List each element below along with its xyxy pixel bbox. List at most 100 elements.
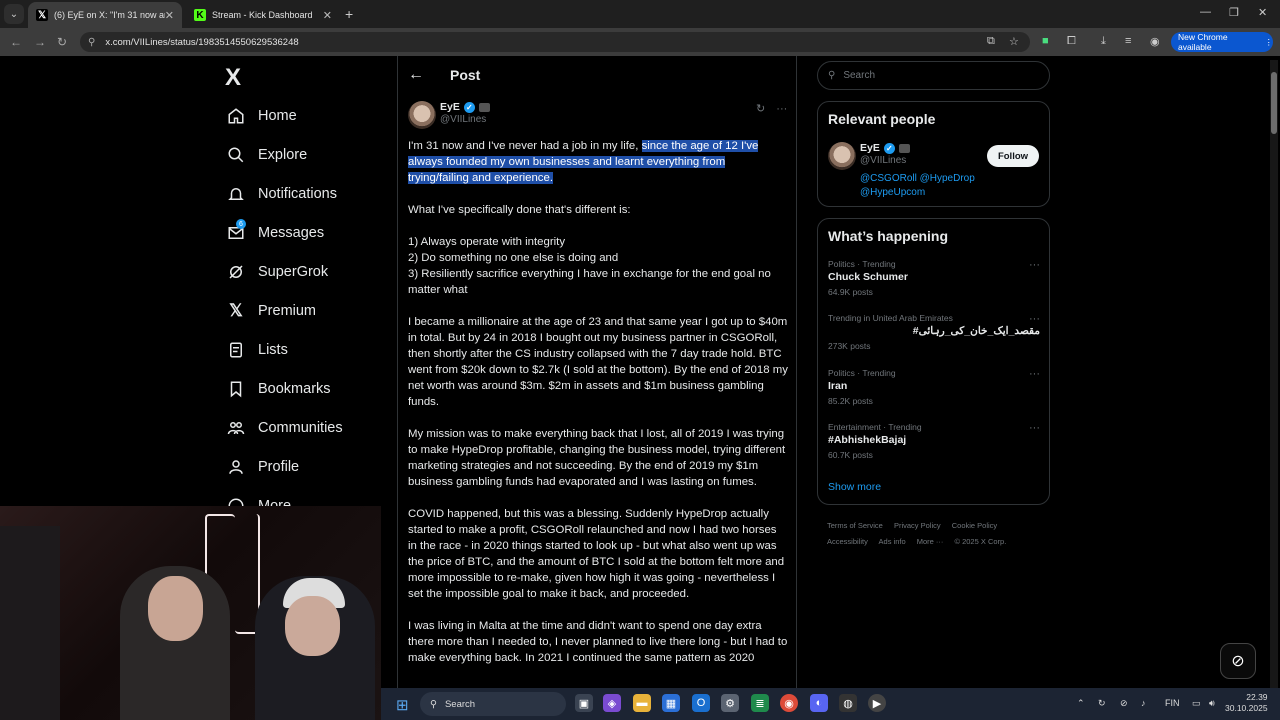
show-more-link[interactable]: Show more	[828, 481, 881, 493]
system-clock[interactable]: 22.39 30.10.2025	[1225, 692, 1268, 714]
new-chrome-available-button[interactable]: New Chrome available ⋮	[1171, 32, 1273, 52]
discord-icon[interactable]: ◐	[810, 694, 828, 712]
bell-icon	[226, 184, 246, 204]
back-arrow-icon[interactable]: ←	[408, 66, 424, 84]
chrome-icon[interactable]: ◉	[780, 694, 798, 712]
kebab-menu-icon[interactable]: ⋮	[1265, 37, 1274, 48]
trend-topic: #AbhishekBajaj	[828, 434, 907, 446]
tab-x-post[interactable]: 𝕏 (6) EyE on X: "I'm 31 now and I' ✕	[28, 2, 182, 28]
taskbar-search-label: Search	[444, 698, 476, 710]
forward-icon[interactable]: →	[34, 35, 46, 49]
face	[285, 596, 340, 656]
install-app-icon[interactable]: ⧉	[987, 35, 995, 48]
sidebar-item-messages[interactable]: 6 Messages	[226, 219, 324, 243]
close-tab-icon[interactable]: ✕	[165, 9, 174, 22]
more-options-icon[interactable]: ···	[1029, 313, 1040, 325]
sidebar-item-communities[interactable]: Communities	[226, 418, 343, 438]
sidebar-item-label: Premium	[258, 303, 317, 319]
sync-icon[interactable]: ↻	[1098, 698, 1106, 709]
more-options-icon[interactable]: ···	[1029, 368, 1040, 380]
outlook-icon[interactable]: O	[692, 694, 710, 712]
microphone-icon[interactable]: ♪	[1141, 698, 1146, 708]
sidebar-item-home[interactable]: Home	[226, 106, 297, 126]
clock-time: 22.39	[1246, 692, 1268, 702]
footer-link[interactable]: Privacy Policy	[894, 521, 941, 530]
sidebar-item-explore[interactable]: Explore	[226, 145, 307, 165]
sidebar-item-label: Lists	[258, 342, 288, 358]
profile-avatar-icon[interactable]: ◉	[1150, 35, 1160, 48]
more-options-icon[interactable]: ···	[1029, 259, 1040, 271]
follow-button[interactable]: Follow	[987, 145, 1039, 167]
trend-item[interactable]: Politics · Trending Chuck Schumer 64.9K …	[828, 259, 1040, 297]
downloads-icon[interactable]: ⤓	[1101, 35, 1106, 48]
tab-search-button[interactable]: ⌄	[4, 4, 24, 24]
footer-link[interactable]: Accessibility	[827, 537, 868, 546]
scrollbar-thumb[interactable]	[1271, 72, 1277, 134]
extensions-puzzle-icon[interactable]: ⧠	[1067, 35, 1076, 48]
trend-meta: Entertainment · Trending	[828, 422, 922, 432]
bookmark-star-icon[interactable]: ☆	[1009, 35, 1019, 48]
search-icon: ⚲	[430, 698, 437, 710]
settings-gear-icon[interactable]: ⚙	[721, 694, 739, 712]
task-view-icon[interactable]: ▣	[575, 694, 593, 712]
sidebar-item-notifications[interactable]: Notifications	[226, 184, 337, 204]
grok-explain-icon[interactable]: ↻	[756, 103, 765, 115]
search-icon: ⚲	[828, 70, 836, 81]
sidebar-item-lists[interactable]: Lists	[226, 340, 288, 360]
media-player-icon[interactable]: ▶	[868, 694, 886, 712]
windows-start-icon[interactable]: ⊞	[396, 696, 409, 714]
address-bar[interactable]: ⚲ x.com/VIILines/status/1983514550629536…	[80, 32, 1030, 52]
close-window-icon[interactable]: ✕	[1258, 6, 1267, 19]
sidebar-item-supergrok[interactable]: SuperGrok	[226, 262, 328, 282]
x-logo[interactable]: X	[225, 64, 241, 92]
reading-list-icon[interactable]: ≡	[1125, 35, 1131, 47]
trend-item[interactable]: Entertainment · Trending #AbhishekBajaj …	[828, 422, 1040, 460]
relevant-person[interactable]: EyE ✓ @VIILines	[860, 142, 910, 166]
post-actions: ↻ ···	[756, 102, 787, 115]
post-paragraph: I became a millionaire at the age of 23 …	[408, 316, 788, 408]
page-scrollbar[interactable]	[1270, 60, 1278, 720]
reload-icon[interactable]: ↻	[57, 35, 67, 49]
trend-item[interactable]: Trending in United Arab Emirates #مقصد_ا…	[828, 313, 1040, 351]
footer-link[interactable]: Ads info	[879, 537, 906, 546]
site-info-icon[interactable]: ⚲	[88, 37, 95, 48]
copilot-icon[interactable]: ◈	[603, 694, 621, 712]
sidebar-item-profile[interactable]: Profile	[226, 457, 299, 477]
post-paragraph: What I've specifically done that's diffe…	[408, 204, 631, 216]
sidebar-item-label: Explore	[258, 147, 308, 163]
tab-kick-dashboard[interactable]: K Stream - Kick Dashboard ✕	[186, 2, 340, 28]
trend-item[interactable]: Politics · Trending Iran 85.2K posts ···	[828, 368, 1040, 406]
more-options-icon[interactable]: ···	[1029, 422, 1040, 434]
streamer-guest	[255, 576, 375, 720]
close-tab-icon[interactable]: ✕	[323, 9, 332, 22]
grok-float-button[interactable]: ⊘	[1220, 643, 1256, 679]
taskbar-search[interactable]: ⚲ Search	[420, 692, 566, 716]
restore-icon[interactable]: ❐	[1229, 6, 1239, 19]
file-explorer-icon[interactable]: ▬	[633, 694, 651, 712]
display-icon[interactable]: ▭	[1192, 698, 1201, 709]
tab-title: Stream - Kick Dashboard	[212, 10, 313, 20]
post-author[interactable]: EyE ✓ @VIILines	[440, 101, 490, 125]
sidebar-item-bookmarks[interactable]: Bookmarks	[226, 379, 331, 399]
avatar[interactable]	[408, 101, 436, 129]
person-bio[interactable]: @CSGORoll @HypeDrop @HypeUpcom	[860, 172, 990, 200]
language-indicator[interactable]: FIN	[1165, 698, 1180, 708]
notes-app-icon[interactable]: ≣	[751, 694, 769, 712]
obs-icon[interactable]: ◍	[839, 694, 857, 712]
verified-badge-icon: ✓	[883, 142, 895, 154]
back-icon[interactable]: ←	[10, 35, 22, 49]
minimize-icon[interactable]: —	[1200, 6, 1211, 18]
footer-link[interactable]: Terms of Service	[827, 521, 883, 530]
footer-link[interactable]: More ···	[917, 537, 944, 546]
search-input[interactable]: ⚲ Search	[817, 61, 1050, 90]
sidebar-item-premium[interactable]: 𝕏 Premium	[226, 301, 316, 321]
extension-icon[interactable]: ■	[1042, 35, 1049, 47]
network-off-icon[interactable]: ⊘	[1120, 698, 1128, 709]
volume-icon[interactable]: 🔊︎	[1209, 698, 1215, 709]
footer-link[interactable]: Cookie Policy	[952, 521, 997, 530]
tray-overflow-icon[interactable]: ⌃	[1077, 698, 1085, 709]
new-tab-button[interactable]: +	[345, 6, 353, 22]
store-icon[interactable]: ▦	[662, 694, 680, 712]
more-options-icon[interactable]: ···	[776, 103, 787, 115]
avatar[interactable]	[828, 142, 856, 170]
